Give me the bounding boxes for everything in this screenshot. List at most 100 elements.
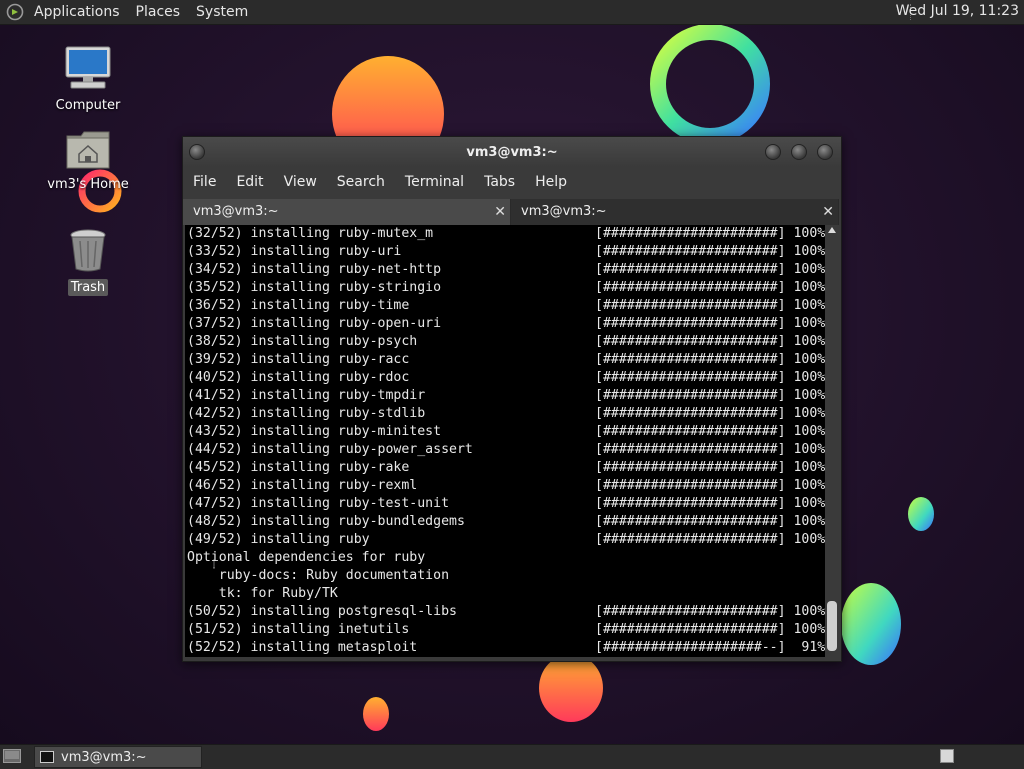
menu-help[interactable]: Help [525, 174, 577, 190]
applications-menu-icon[interactable] [6, 3, 24, 21]
terminal-line: (42/52) installing ruby-stdlib [#########… [185, 405, 825, 423]
maximize-button[interactable] [791, 144, 807, 160]
places-menu[interactable]: Places [128, 4, 189, 20]
progress-bar-text: [######################] 100% [595, 226, 825, 241]
terminal-line-text: (45/52) installing ruby-rake [187, 460, 410, 475]
terminal-line: (44/52) installing ruby-power_assert [###… [185, 441, 825, 459]
tab-close-icon[interactable]: ✕ [494, 199, 506, 225]
top-panel: Applications Places System Wed Jul 19, 1… [0, 0, 1024, 25]
terminal-line-text: (52/52) installing metasploit [187, 640, 418, 655]
progress-bar-text: [######################] 100% [595, 334, 825, 349]
terminal-line-text: tk: for Ruby/TK [187, 586, 338, 601]
progress-bar-text: [######################] 100% [595, 244, 825, 259]
close-button[interactable] [817, 144, 833, 160]
taskbar-terminal-button[interactable]: vm3@vm3:~ [34, 746, 202, 768]
menu-terminal[interactable]: Terminal [395, 174, 474, 190]
menu-search[interactable]: Search [327, 174, 395, 190]
clock[interactable]: Wed Jul 19, 11:23 [896, 3, 1019, 19]
tab-1[interactable]: vm3@vm3:~ ✕ [183, 199, 511, 225]
progress-bar-text: [######################] 100% [595, 478, 825, 493]
terminal-icon [40, 751, 54, 763]
progress-bar-text: [####################--] 91% [595, 640, 825, 655]
progress-bar-text: [######################] 100% [595, 604, 825, 619]
terminal-line: (36/52) installing ruby-time [###########… [185, 297, 825, 315]
terminal-line-text: (40/52) installing ruby-rdoc [187, 370, 410, 385]
window-titlebar[interactable]: vm3@vm3:~ [183, 137, 841, 167]
desktop-icon-label: vm3's Home [47, 177, 129, 192]
terminal-output[interactable]: (32/52) installing ruby-mutex_m [########… [185, 225, 825, 657]
menu-bar: File Edit View Search Terminal Tabs Help [183, 167, 841, 197]
progress-bar-text: [######################] 100% [595, 388, 825, 403]
desktop-icon-home[interactable]: vm3's Home [43, 128, 133, 193]
applications-menu[interactable]: Applications [26, 4, 128, 20]
tab-label: vm3@vm3:~ [193, 204, 279, 219]
trash-icon [70, 229, 106, 272]
system-menu[interactable]: System [188, 4, 256, 20]
terminal-line: (47/52) installing ruby-test-unit [######… [185, 495, 825, 513]
terminal-line: (49/52) installing ruby [################… [185, 531, 825, 549]
progress-bar-text: [######################] 100% [595, 298, 825, 313]
terminal-line-text: (34/52) installing ruby-net-http [187, 262, 442, 277]
terminal-line-text: ruby-docs: Ruby documentation [187, 568, 450, 583]
terminal-line: (52/52) installing metasploit [##########… [185, 639, 825, 657]
menu-edit[interactable]: Edit [226, 174, 273, 190]
terminal-line: (37/52) installing ruby-open-uri [#######… [185, 315, 825, 333]
terminal-line-text: (44/52) installing ruby-power_assert [187, 442, 473, 457]
text-cursor-icon [213, 559, 215, 569]
progress-bar-text: [######################] 100% [595, 280, 825, 295]
progress-bar-text: [######################] 100% [595, 316, 825, 331]
tab-2[interactable]: vm3@vm3:~ ✕ [511, 199, 839, 225]
show-desktop-icon[interactable] [3, 749, 21, 763]
progress-bar-text: [######################] 100% [595, 370, 825, 385]
tab-bar: vm3@vm3:~ ✕ vm3@vm3:~ ✕ [183, 199, 841, 225]
terminal-line: (33/52) installing ruby-uri [############… [185, 243, 825, 261]
scroll-up-arrow-icon[interactable] [828, 227, 836, 233]
taskbar-label: vm3@vm3:~ [61, 750, 147, 765]
terminal-line: (39/52) installing ruby-racc [###########… [185, 351, 825, 369]
desktop-icon-computer[interactable]: Computer [43, 45, 133, 114]
terminal-line-text: (36/52) installing ruby-time [187, 298, 410, 313]
terminal-line: (46/52) installing ruby-rexml [##########… [185, 477, 825, 495]
progress-bar-text: [######################] 100% [595, 424, 825, 439]
minimize-button[interactable] [765, 144, 781, 160]
progress-bar-text: [######################] 100% [595, 496, 825, 511]
terminal-line: (50/52) installing postgresql-libs [#####… [185, 603, 825, 621]
terminal-line-text: (32/52) installing ruby-mutex_m [187, 226, 434, 241]
terminal-line: ruby-docs: Ruby documentation [185, 567, 825, 585]
bottom-panel: vm3@vm3:~ [0, 744, 1024, 769]
terminal-line: (35/52) installing ruby-stringio [#######… [185, 279, 825, 297]
window-menu-button[interactable] [189, 144, 205, 160]
scroll-thumb[interactable] [827, 601, 837, 651]
terminal-line: Optional dependencies for ruby [185, 549, 825, 567]
terminal-line-text: (39/52) installing ruby-racc [187, 352, 410, 367]
terminal-line: (41/52) installing ruby-tmpdir [#########… [185, 387, 825, 405]
desktop-icon-label: Computer [55, 98, 121, 113]
terminal-line-text: (33/52) installing ruby-uri [187, 244, 402, 259]
progress-bar-text: [######################] 100% [595, 622, 825, 637]
tab-close-icon[interactable]: ✕ [822, 199, 834, 225]
progress-bar-text: [######################] 100% [595, 262, 825, 277]
terminal-line-text: (41/52) installing ruby-tmpdir [187, 388, 426, 403]
desktop-icon-label: Trash [67, 279, 109, 296]
terminal-line-text: (49/52) installing ruby [187, 532, 370, 547]
terminal-line: (43/52) installing ruby-minitest [#######… [185, 423, 825, 441]
workspace-switcher[interactable] [940, 749, 954, 763]
terminal-line: (48/52) installing ruby-bundledgems [####… [185, 513, 825, 531]
terminal-line-text: (35/52) installing ruby-stringio [187, 280, 442, 295]
terminal-line: tk: for Ruby/TK [185, 585, 825, 603]
menu-file[interactable]: File [183, 174, 226, 190]
menu-view[interactable]: View [274, 174, 327, 190]
terminal-line-text: (43/52) installing ruby-minitest [187, 424, 442, 439]
progress-bar-text: [######################] 100% [595, 532, 825, 547]
desktop-icon-trash[interactable]: Trash [43, 227, 133, 296]
progress-bar-text: [######################] 100% [595, 352, 825, 367]
terminal-line: (32/52) installing ruby-mutex_m [########… [185, 225, 825, 243]
progress-bar-text: [######################] 100% [595, 460, 825, 475]
menu-tabs[interactable]: Tabs [474, 174, 525, 190]
terminal-line: (51/52) installing inetutils [###########… [185, 621, 825, 639]
terminal-line: (38/52) installing ruby-psych [##########… [185, 333, 825, 351]
terminal-scrollbar[interactable] [825, 225, 839, 657]
terminal-line-text: (48/52) installing ruby-bundledgems [187, 514, 465, 529]
terminal-line-text: Optional dependencies for ruby [187, 550, 426, 565]
terminal-line: (40/52) installing ruby-rdoc [###########… [185, 369, 825, 387]
